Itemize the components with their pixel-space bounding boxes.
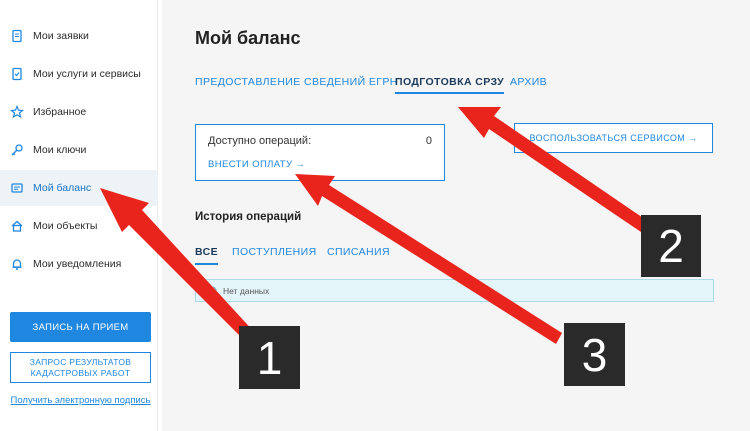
sidebar-item-my-notifications[interactable]: Мои уведомления [0, 246, 158, 282]
annotation-label-1: 1 [239, 326, 300, 389]
appointment-button[interactable]: ЗАПИСЬ НА ПРИЕМ [10, 312, 151, 342]
star-icon [10, 105, 24, 119]
sidebar-item-my-keys[interactable]: Мои ключи [0, 132, 158, 168]
tab-archive[interactable]: АРХИВ [510, 76, 547, 88]
sidebar-item-label: Мои уведомления [33, 258, 122, 270]
filter-incoming[interactable]: ПОСТУПЛЕНИЯ [232, 246, 317, 258]
sidebar-item-label: Мои заявки [33, 30, 89, 42]
tab-egrn-info[interactable]: ПРЕДОСТАВЛЕНИЕ СВЕДЕНИЙ ЕГРН [195, 76, 398, 88]
use-service-button[interactable]: ВОСПОЛЬЗОВАТЬСЯ СЕРВИСОМ → [514, 123, 713, 153]
empty-state-text: Нет данных [223, 285, 270, 296]
sidebar-item-favorites[interactable]: Избранное [0, 94, 158, 130]
sidebar-item-label: Избранное [33, 106, 87, 118]
sidebar-item-label: Мои услуги и сервисы [33, 68, 141, 80]
operations-available-label: Доступно операций: [208, 135, 312, 147]
operations-available-value: 0 [425, 135, 432, 147]
annotation-label-3: 3 [564, 323, 625, 386]
tab-srzu-prep[interactable]: ПОДГОТОВКА СРЗУ [395, 76, 505, 94]
empty-state-banner: Нет данных [195, 279, 714, 302]
document-icon [10, 29, 24, 43]
wallet-icon [10, 181, 24, 195]
sidebar-item-my-services[interactable]: Мои услуги и сервисы [0, 56, 158, 92]
filter-all[interactable]: ВСЕ [195, 246, 218, 265]
info-icon [207, 285, 217, 296]
cadastral-results-button[interactable]: ЗАПРОС РЕЗУЛЬТАТОВ КАДАСТРОВЫХ РАБОТ [10, 352, 151, 383]
sidebar-item-my-balance[interactable]: Мой баланс [0, 170, 158, 206]
page-title: Мой баланс [195, 28, 301, 48]
checklist-icon [10, 67, 24, 81]
balance-card: Доступно операций: 0 ВНЕСТИ ОПЛАТУ → [195, 124, 445, 181]
sidebar-item-label: Мои объекты [33, 220, 98, 232]
home-icon [10, 219, 24, 233]
annotation-label-2: 2 [641, 215, 701, 277]
history-title: История операций [195, 211, 302, 223]
sidebar-item-label: Мои ключи [33, 144, 87, 156]
sidebar-item-label: Мой баланс [33, 182, 92, 194]
sidebar-item-my-requests[interactable]: Мои заявки [0, 18, 158, 54]
key-icon [10, 143, 24, 157]
sidebar: Мои заявки Мои услуги и сервисы Избранно… [0, 0, 158, 431]
sidebar-item-my-objects[interactable]: Мои объекты [0, 208, 158, 244]
bell-icon [10, 257, 24, 271]
filter-debits[interactable]: СПИСАНИЯ [327, 246, 390, 258]
make-payment-link[interactable]: ВНЕСТИ ОПЛАТУ → [208, 159, 305, 170]
get-signature-link[interactable]: Получить электронную подпись [10, 394, 151, 407]
